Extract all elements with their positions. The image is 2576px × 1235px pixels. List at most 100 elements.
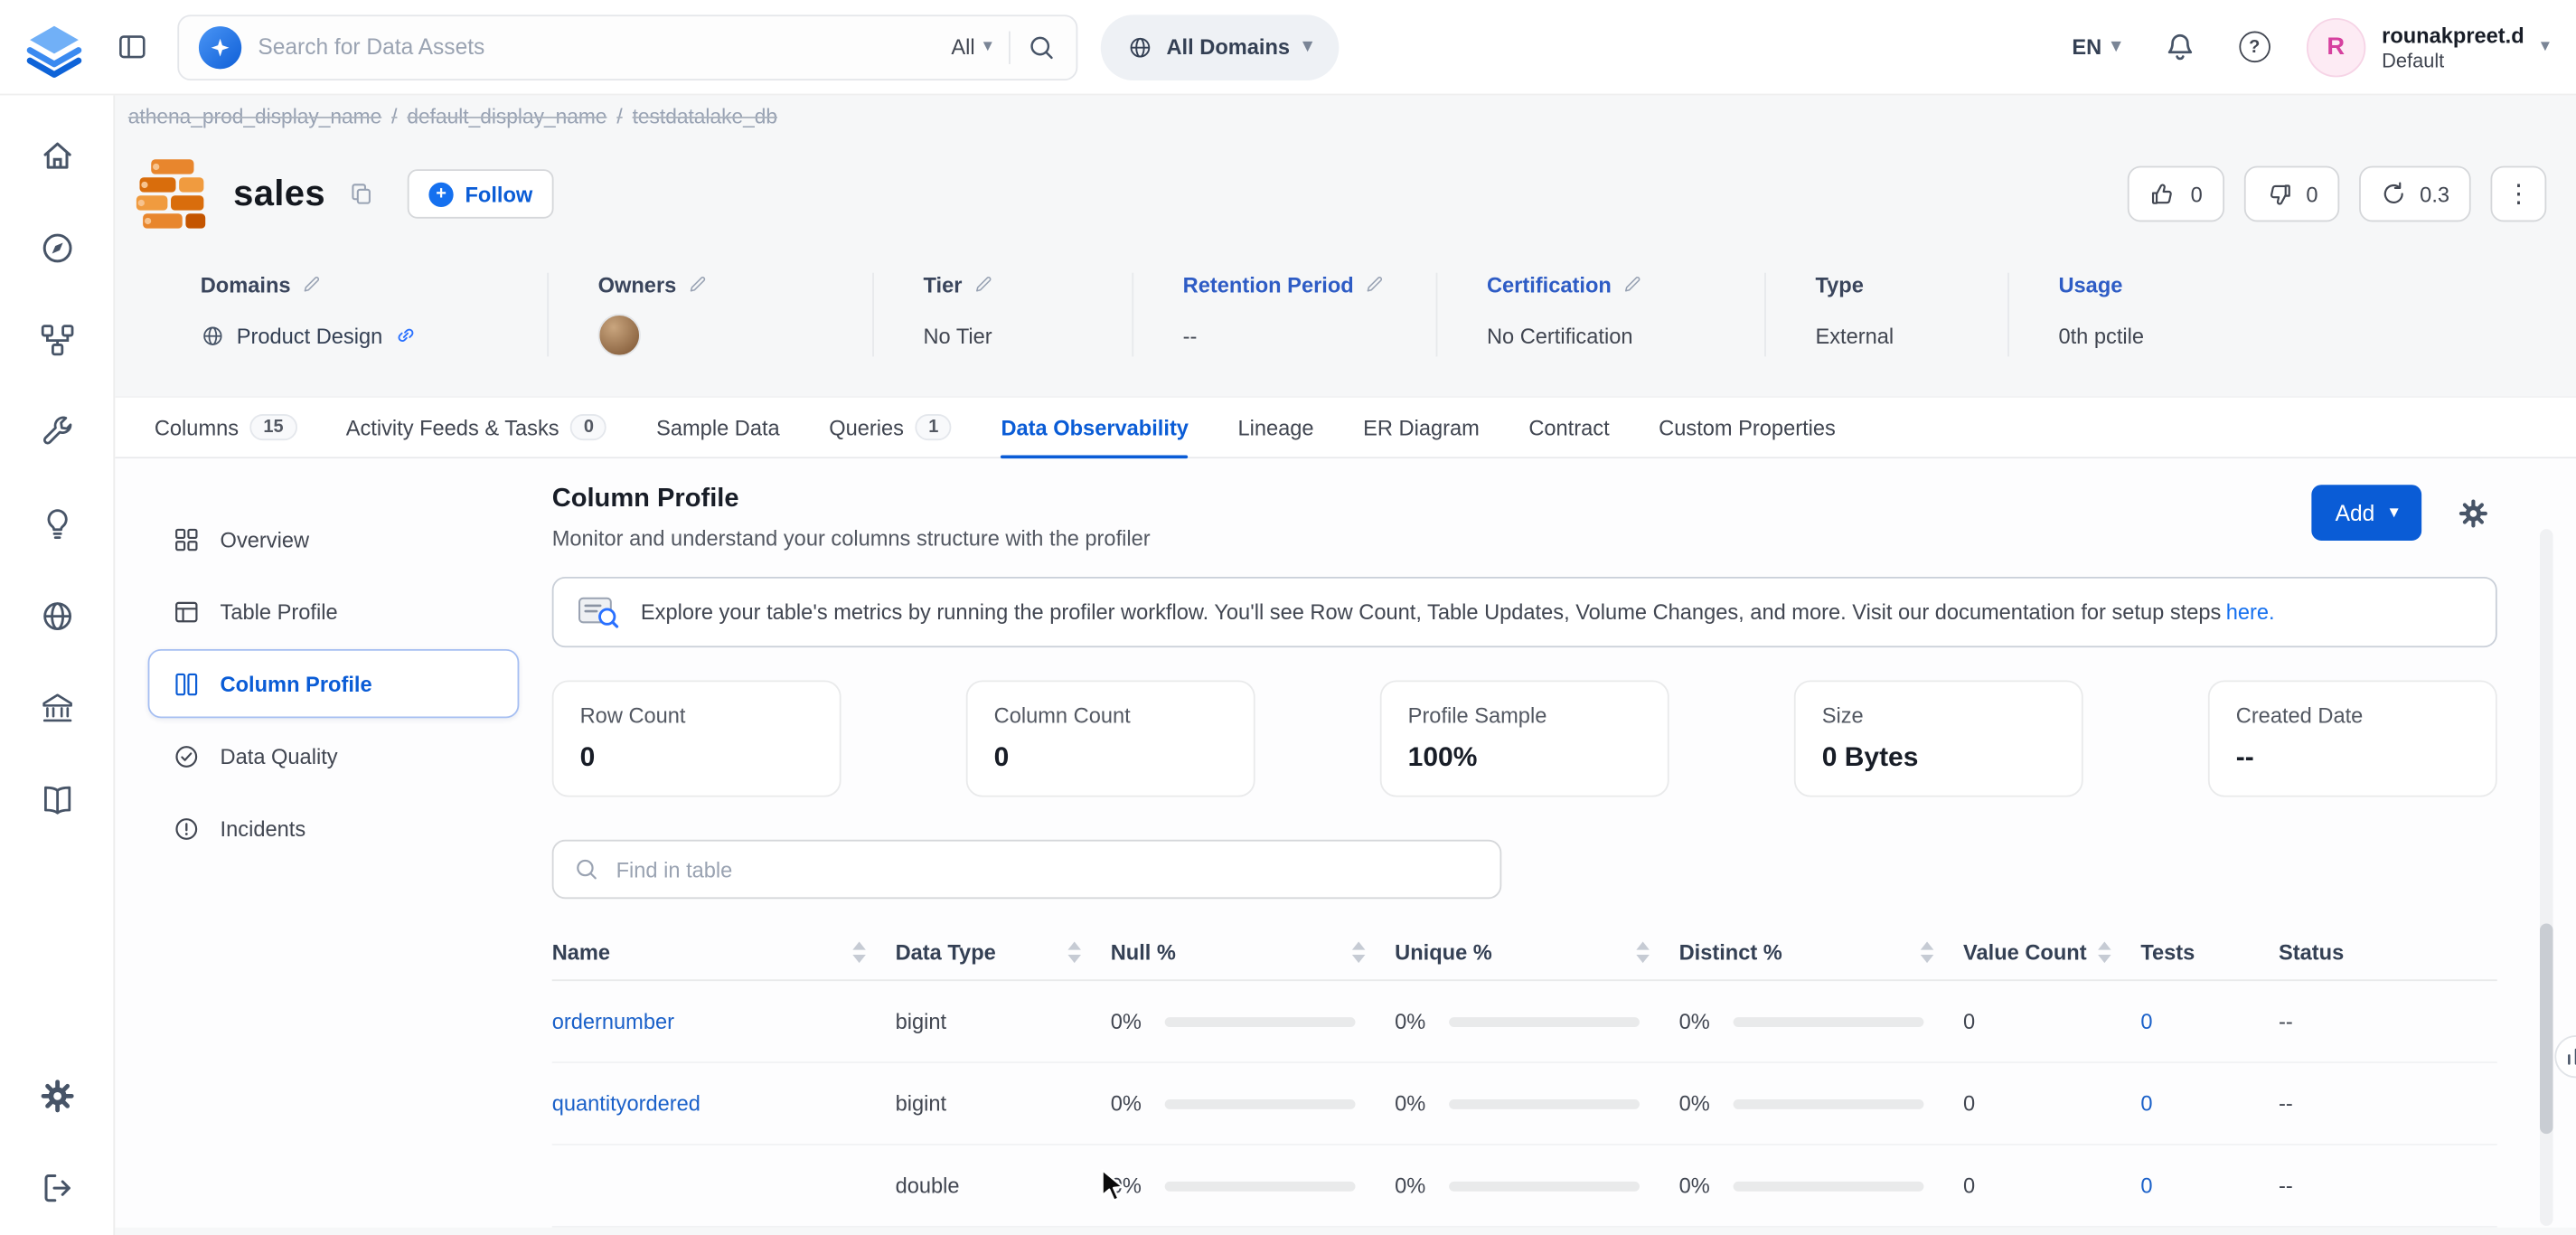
- tab-data-observability[interactable]: Data Observability: [1001, 398, 1188, 457]
- tab-columns[interactable]: Columns 15: [155, 398, 296, 457]
- banner-text: Explore your table's metrics by running …: [641, 599, 2221, 624]
- logout-icon[interactable]: [39, 1170, 75, 1206]
- status-cell: --: [2279, 1091, 2497, 1116]
- col-header-null-pct[interactable]: Null %: [1111, 940, 1395, 965]
- sort-icon[interactable]: [1921, 941, 1934, 963]
- tab-er-diagram[interactable]: ER Diagram: [1363, 398, 1480, 457]
- scrollbar-thumb[interactable]: [2540, 923, 2553, 1134]
- breadcrumb-item[interactable]: default_display_name: [407, 105, 606, 127]
- stat-value: 0: [994, 743, 1227, 775]
- sidebar-toggle-icon[interactable]: [108, 24, 155, 70]
- tab-contract[interactable]: Contract: [1528, 398, 1609, 457]
- language-selector[interactable]: EN ▾: [2072, 34, 2120, 59]
- usage-value: 0th pctile: [2058, 323, 2144, 347]
- app-logo-icon[interactable]: [23, 15, 85, 78]
- settings-gear-icon[interactable]: [39, 1078, 75, 1114]
- check-circle-icon: [173, 742, 201, 770]
- stat-value: 0: [580, 743, 813, 775]
- find-in-table-input[interactable]: [616, 857, 1481, 881]
- add-button[interactable]: Add ▾: [2312, 485, 2421, 541]
- sort-icon[interactable]: [852, 941, 866, 963]
- col-header-data-type[interactable]: Data Type: [896, 940, 1111, 965]
- sort-icon[interactable]: [1636, 941, 1650, 963]
- user-menu[interactable]: R rounakpreet.d Default ▾: [2307, 17, 2550, 76]
- avatar[interactable]: R: [2307, 17, 2365, 76]
- help-icon[interactable]: ?: [2239, 32, 2270, 63]
- col-header-name[interactable]: Name: [552, 940, 896, 965]
- domain-link[interactable]: Product Design: [237, 323, 383, 347]
- govern-bank-icon[interactable]: [39, 690, 75, 726]
- tab-custom-properties[interactable]: Custom Properties: [1659, 398, 1836, 457]
- thumbs-down-icon: [2265, 180, 2293, 208]
- tests-cell: 0: [2140, 1091, 2279, 1116]
- unique-pct-cell: 0%: [1395, 1174, 1678, 1198]
- notifications-bell-icon[interactable]: [2157, 24, 2203, 70]
- ai-sparkle-icon[interactable]: [199, 25, 241, 68]
- profiler-settings-gear-icon[interactable]: [2448, 488, 2497, 538]
- copy-icon[interactable]: [348, 181, 374, 207]
- breadcrumb[interactable]: athena_prod_display_name / default_displ…: [128, 105, 777, 127]
- downvote-button[interactable]: 0: [2243, 166, 2339, 222]
- search-icon: [573, 856, 599, 882]
- tab-queries[interactable]: Queries 1: [829, 398, 952, 457]
- explore-compass-icon[interactable]: [39, 230, 75, 266]
- owner-avatar[interactable]: [598, 314, 641, 356]
- col-header-unique-pct[interactable]: Unique %: [1395, 940, 1678, 965]
- search-icon[interactable]: [1027, 32, 1057, 61]
- edit-certification-icon[interactable]: [1623, 275, 1645, 297]
- table-row[interactable]: ordernumber bigint 0% 0% 0% 0 0 --: [552, 981, 2497, 1063]
- null-pct-cell: 0%: [1111, 1174, 1395, 1198]
- edit-tier-icon[interactable]: [973, 275, 995, 297]
- sort-icon[interactable]: [1352, 941, 1366, 963]
- observability-wrench-icon[interactable]: [39, 414, 75, 450]
- tab-lineage[interactable]: Lineage: [1237, 398, 1313, 457]
- insights-bulb-icon[interactable]: [39, 506, 75, 542]
- table-row[interactable]: double 0% 0% 0% 0 0 --: [552, 1145, 2497, 1228]
- edit-domains-icon[interactable]: [302, 275, 324, 297]
- banner-here-link[interactable]: here.: [2226, 599, 2275, 624]
- column-name-link[interactable]: quantityordered: [552, 1091, 700, 1116]
- meta-retention: Retention Period --: [1183, 273, 1438, 357]
- global-search[interactable]: All ▾: [177, 14, 1077, 80]
- subnav-data-quality[interactable]: Data Quality: [148, 721, 520, 790]
- all-domains-button[interactable]: All Domains ▾: [1101, 14, 1339, 80]
- edit-owners-icon[interactable]: [688, 275, 710, 297]
- breadcrumb-item[interactable]: testdatalake_db: [633, 105, 777, 127]
- global-search-input[interactable]: [258, 34, 935, 59]
- tests-link[interactable]: 0: [2140, 1091, 2152, 1116]
- sort-icon[interactable]: [1067, 941, 1081, 963]
- more-actions-button[interactable]: ⋮: [2490, 166, 2546, 222]
- column-name-link[interactable]: ordernumber: [552, 1009, 674, 1033]
- version-button[interactable]: 0.3: [2359, 166, 2471, 222]
- col-header-status: Status: [2279, 940, 2497, 965]
- edit-retention-icon[interactable]: [1365, 275, 1387, 297]
- tests-link[interactable]: 0: [2140, 1009, 2152, 1033]
- subnav-incidents[interactable]: Incidents: [148, 794, 520, 863]
- glossary-book-icon[interactable]: [39, 782, 75, 818]
- subnav-table-profile[interactable]: Table Profile: [148, 577, 520, 646]
- upvote-button[interactable]: 0: [2129, 166, 2224, 222]
- table-row[interactable]: quantityordered bigint 0% 0% 0% 0 0 --: [552, 1063, 2497, 1145]
- subnav-column-profile[interactable]: Column Profile: [148, 649, 520, 718]
- chevron-down-icon: ▾: [2390, 504, 2399, 522]
- col-header-value-count[interactable]: Value Count: [1963, 940, 2140, 965]
- search-scope-dropdown[interactable]: All ▾: [951, 34, 992, 59]
- stat-label: Created Date: [2236, 703, 2469, 728]
- breadcrumb-item[interactable]: athena_prod_display_name: [128, 105, 381, 127]
- tests-cell: 0: [2140, 1009, 2279, 1033]
- panel-scrollbar[interactable]: [2540, 529, 2553, 1226]
- find-in-table[interactable]: [552, 840, 1502, 899]
- col-header-distinct-pct[interactable]: Distinct %: [1679, 940, 1963, 965]
- tests-cell: 0: [2140, 1174, 2279, 1198]
- home-icon[interactable]: [39, 138, 75, 174]
- subnav-overview[interactable]: Overview: [148, 504, 520, 573]
- profiler-subnav: Overview Table Profile Column Profile Da…: [148, 485, 520, 1228]
- tab-activity-feeds[interactable]: Activity Feeds & Tasks 0: [346, 398, 607, 457]
- topology-icon[interactable]: [39, 322, 75, 358]
- domains-globe-icon[interactable]: [39, 599, 75, 635]
- follow-button[interactable]: + Follow: [408, 169, 554, 219]
- tab-sample-data[interactable]: Sample Data: [656, 398, 780, 457]
- sort-icon[interactable]: [2098, 941, 2111, 963]
- tests-link[interactable]: 0: [2140, 1174, 2152, 1198]
- stat-row-count: Row Count 0: [552, 680, 841, 797]
